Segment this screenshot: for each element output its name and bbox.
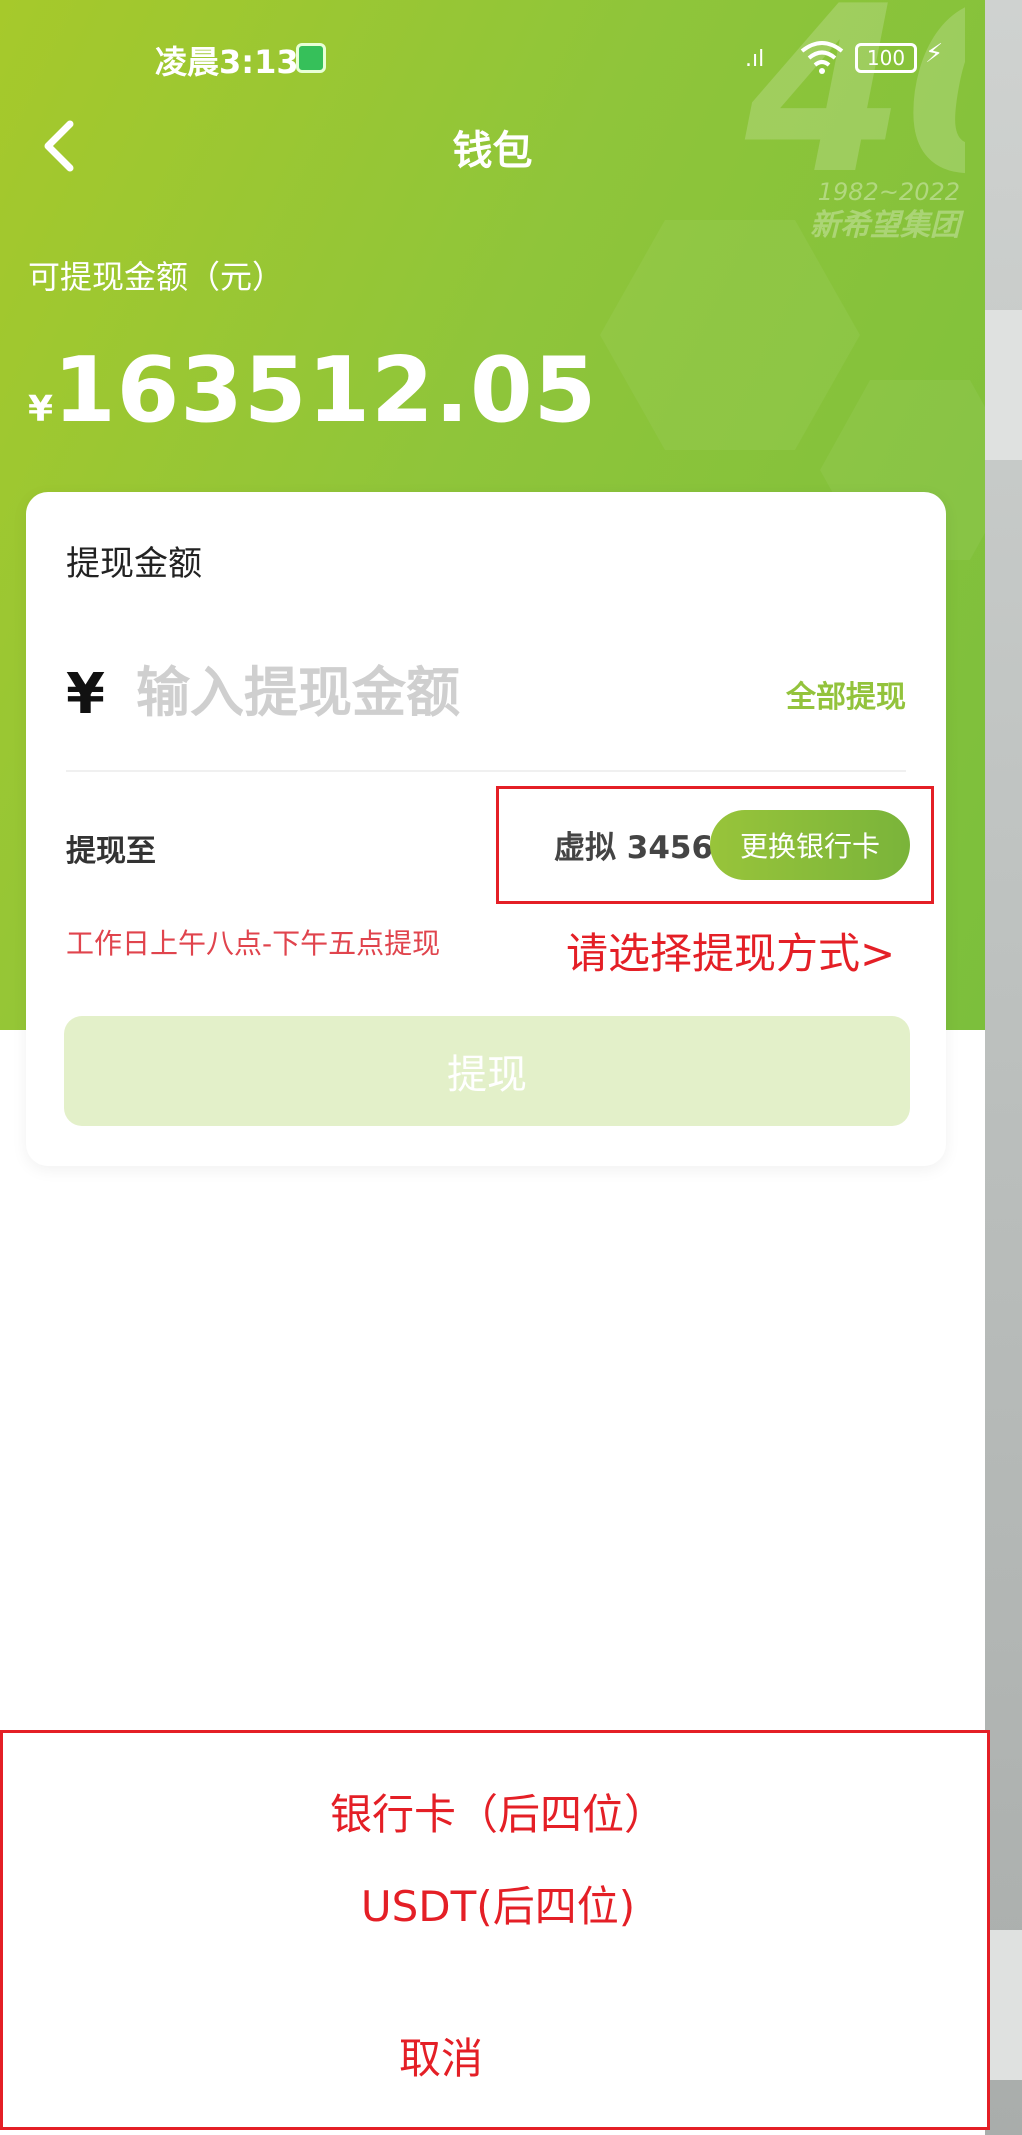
battery-icon: 100 bbox=[855, 43, 917, 73]
amount-currency: ¥ bbox=[66, 662, 105, 727]
withdraw-amount-input[interactable] bbox=[136, 652, 696, 732]
wifi-icon bbox=[800, 41, 844, 74]
balance-label: 可提现金额（元） bbox=[28, 258, 285, 296]
signal-icon: .ıl bbox=[745, 47, 765, 72]
method-sheet: 银行卡（后四位） USDT(后四位) 取消 bbox=[0, 1730, 990, 2130]
watermark-years: 1982~2022 bbox=[818, 178, 960, 206]
account-highlight-box bbox=[496, 786, 934, 904]
balance-currency: ¥ bbox=[28, 389, 54, 430]
usdt-option[interactable]: USDT(后四位) bbox=[3, 1873, 993, 1934]
withdraw-all-link[interactable]: 全部提现 bbox=[786, 672, 906, 716]
bank-card-option[interactable]: 银行卡（后四位） bbox=[3, 1781, 993, 1842]
notification-icon bbox=[296, 43, 326, 73]
watermark-company: 新希望集团 bbox=[810, 208, 965, 243]
status-bar: 凌晨3:13 .ıl 100 ⚡ bbox=[0, 35, 985, 85]
cancel-option[interactable]: 取消 bbox=[3, 2025, 879, 2086]
balance-amount: ¥163512.05 bbox=[28, 338, 597, 443]
withdraw-amount-title: 提现金额 bbox=[66, 544, 202, 584]
withdraw-hours-notice: 工作日上午八点-下午五点提现 bbox=[66, 927, 441, 960]
charging-icon: ⚡ bbox=[925, 39, 944, 69]
select-method-hint: 请选择提现方式> bbox=[566, 929, 896, 978]
withdraw-to-label: 提现至 bbox=[66, 834, 156, 869]
status-time: 凌晨3:13 bbox=[155, 43, 299, 81]
screen: { "status_bar": { "time": "凌晨3:13", "sig… bbox=[0, 0, 1022, 2135]
amount-row: ¥ 全部提现 bbox=[66, 652, 906, 772]
balance-value: 163512.05 bbox=[53, 338, 598, 443]
page-title: 钱包 bbox=[452, 128, 533, 174]
withdraw-button[interactable]: 提现 bbox=[64, 1016, 910, 1126]
